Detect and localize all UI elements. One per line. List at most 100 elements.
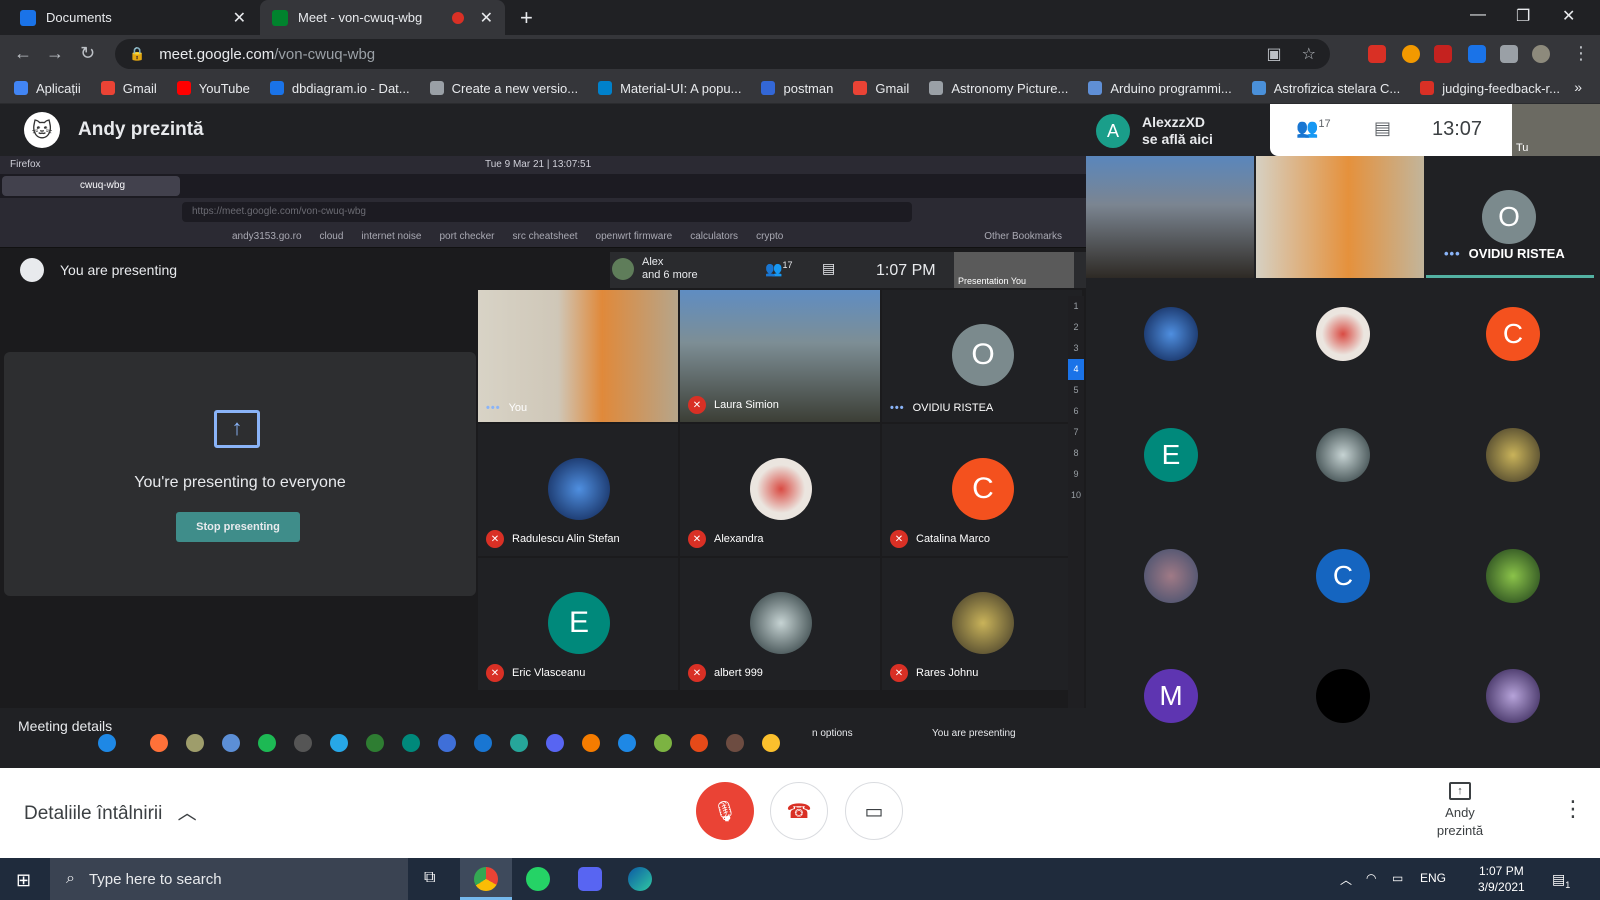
bookmark-star-icon[interactable]: ☆ xyxy=(1302,44,1316,64)
menu-icon[interactable]: ⋮ xyxy=(1572,43,1590,64)
profile-avatar[interactable] xyxy=(1532,45,1550,63)
bookmarks-bar: Aplicații Gmail YouTube dbdiagram.io - Dat.… xyxy=(0,73,1600,104)
bookmark-item[interactable]: dbdiagram.io - Dat... xyxy=(269,81,410,96)
participant-tile: E ✕ Eric Vlasceanu xyxy=(478,558,678,690)
camera-toggle-button[interactable]: ▭ xyxy=(845,782,903,840)
ff-toolbar: https://meet.google.com/von-cwuq-wbg xyxy=(0,198,1086,226)
app-icon xyxy=(402,734,420,752)
app-icon xyxy=(98,734,116,752)
present-screen-icon: ↑ xyxy=(1449,782,1471,800)
app-icon xyxy=(474,734,492,752)
meeting-details-label: Detaliile întâlnirii xyxy=(24,803,163,824)
app-icon[interactable] xyxy=(578,867,602,891)
participant-initial: O xyxy=(1482,190,1536,244)
participant-name: Laura Simion xyxy=(714,399,779,411)
app-icon xyxy=(582,734,600,752)
ff-bookmark-item: openwrt firmware xyxy=(595,231,673,242)
camera-icon[interactable]: ▣ xyxy=(1267,44,1282,64)
tab-strip: Documents ✕ Meet - von-cwuq-wbg ✕ + — ❐ … xyxy=(0,0,1600,35)
meeting-time: 13:07 xyxy=(1432,118,1483,140)
chevron-up-icon[interactable]: ︿ xyxy=(1340,871,1352,888)
restore-icon[interactable]: ❐ xyxy=(1516,6,1530,26)
side-number: 2 xyxy=(1073,322,1079,332)
close-tab-icon[interactable]: ✕ xyxy=(233,8,246,28)
extension-icon[interactable] xyxy=(1368,45,1386,63)
tab-meet[interactable]: Meet - von-cwuq-wbg ✕ xyxy=(260,0,505,35)
bookmark-item[interactable]: Astronomy Picture... xyxy=(929,81,1068,96)
more-options-icon[interactable]: ⋮ xyxy=(1562,796,1584,822)
participant-avatar xyxy=(750,458,812,520)
tab-documents[interactable]: Documents ✕ xyxy=(8,0,258,35)
windows-start-icon[interactable]: ⊞ xyxy=(16,870,31,891)
extension-icon[interactable] xyxy=(1468,45,1486,63)
notifications-icon[interactable]: ▤1 xyxy=(1552,871,1570,890)
participant-name: Catalina Marco xyxy=(916,533,990,545)
bookmark-item[interactable]: Arduino programmi... xyxy=(1088,81,1232,96)
bookmark-icon xyxy=(1251,81,1266,95)
chat-icon[interactable]: ▤ xyxy=(1374,118,1391,139)
ff-url-field: https://meet.google.com/von-cwuq-wbg xyxy=(182,202,912,222)
forward-icon[interactable]: → xyxy=(46,43,64,64)
people-icon[interactable]: 👥17 xyxy=(1296,118,1331,139)
stop-presenting-button[interactable]: Stop presenting xyxy=(176,512,300,542)
reload-icon[interactable]: ↻ xyxy=(80,43,95,64)
shared-screen: Firefox Tue 9 Mar 21 | 13:07:51 cwuq-wbg… xyxy=(0,156,1086,768)
bookmark-item[interactable]: Create a new versio... xyxy=(429,81,578,96)
people-count: 17 xyxy=(1318,118,1331,130)
participant-avatar xyxy=(1486,669,1540,723)
side-number: 1 xyxy=(1073,301,1079,311)
browser-toolbar: ← → ↻ 🔒 meet.google.com/von-cwuq-wbg ▣ ☆… xyxy=(0,35,1600,73)
puzzle-icon[interactable] xyxy=(1500,45,1518,63)
bookmark-item[interactable]: Gmail xyxy=(100,81,157,96)
back-icon[interactable]: ← xyxy=(14,43,32,64)
whatsapp-icon[interactable] xyxy=(526,867,550,891)
taskbar-search[interactable]: ⌕ Type here to search xyxy=(50,858,408,900)
taskbar-clock[interactable]: 1:07 PM 3/9/2021 xyxy=(1478,863,1525,895)
bookmark-item[interactable]: Gmail xyxy=(853,81,909,96)
bookmarks-overflow-icon[interactable]: » xyxy=(1574,79,1582,95)
app-icon xyxy=(330,734,348,752)
meeting-details-button[interactable]: Detaliile întâlnirii ︿ xyxy=(24,798,197,825)
app-icon xyxy=(762,734,780,752)
bookmark-item[interactable]: postman xyxy=(761,81,833,96)
chevron-up-icon: ︿ xyxy=(177,803,197,824)
extension-icon[interactable] xyxy=(1402,45,1420,63)
app-icon xyxy=(438,734,456,752)
bookmark-item[interactable]: YouTube xyxy=(176,81,250,96)
participant-avatar xyxy=(1316,669,1370,723)
discord-icon xyxy=(546,734,564,752)
bookmark-item[interactable]: Aplicații xyxy=(14,81,81,96)
self-view[interactable]: Tu xyxy=(1512,104,1600,156)
participant-initial: E xyxy=(1144,428,1198,482)
participant-tile: O ••• OVIDIU RISTEA xyxy=(882,290,1082,422)
tab-title: Documents xyxy=(46,10,112,25)
bookmark-item[interactable]: judging-feedback-r... xyxy=(1420,81,1560,96)
bookmark-icon xyxy=(1088,81,1103,95)
mic-toggle-button[interactable]: 🎙 xyxy=(696,782,754,840)
chrome-icon[interactable] xyxy=(474,867,498,891)
new-tab-icon[interactable]: + xyxy=(520,5,533,31)
extension-icon[interactable] xyxy=(1434,45,1452,63)
joined-notification: A AlexzzXD se află aici xyxy=(1096,112,1264,150)
bookmark-item[interactable]: Astrofizica stelara C... xyxy=(1251,80,1401,96)
minimize-icon[interactable]: — xyxy=(1470,6,1486,24)
participant-avatar xyxy=(1486,549,1540,603)
close-window-icon[interactable]: ✕ xyxy=(1562,6,1575,26)
participant-avatar xyxy=(548,458,610,520)
battery-icon[interactable]: ▭ xyxy=(1392,871,1403,885)
address-bar[interactable]: 🔒 meet.google.com/von-cwuq-wbg ▣ ☆ xyxy=(115,39,1330,69)
bookmark-label: Astrofizica stelara C... xyxy=(1273,80,1401,96)
bookmark-item[interactable]: Material-UI: A popu... xyxy=(598,81,741,96)
inner-joined-line1: Alex xyxy=(642,256,664,268)
close-tab-icon[interactable]: ✕ xyxy=(480,8,493,28)
edge-icon[interactable] xyxy=(628,867,652,891)
inner-options-label: n options xyxy=(812,728,853,739)
bookmark-icon xyxy=(761,81,776,95)
wifi-icon[interactable]: ◠ xyxy=(1366,871,1376,885)
terminal-icon xyxy=(294,734,312,752)
leave-call-button[interactable]: ☎ xyxy=(770,782,828,840)
language-indicator[interactable]: ENG xyxy=(1420,871,1446,885)
task-view-icon[interactable]: ⧉ xyxy=(424,869,435,887)
presenting-status-button[interactable]: ↑ Andy prezintă xyxy=(1420,782,1500,840)
ff-datetime: Tue 9 Mar 21 | 13:07:51 xyxy=(485,159,592,170)
